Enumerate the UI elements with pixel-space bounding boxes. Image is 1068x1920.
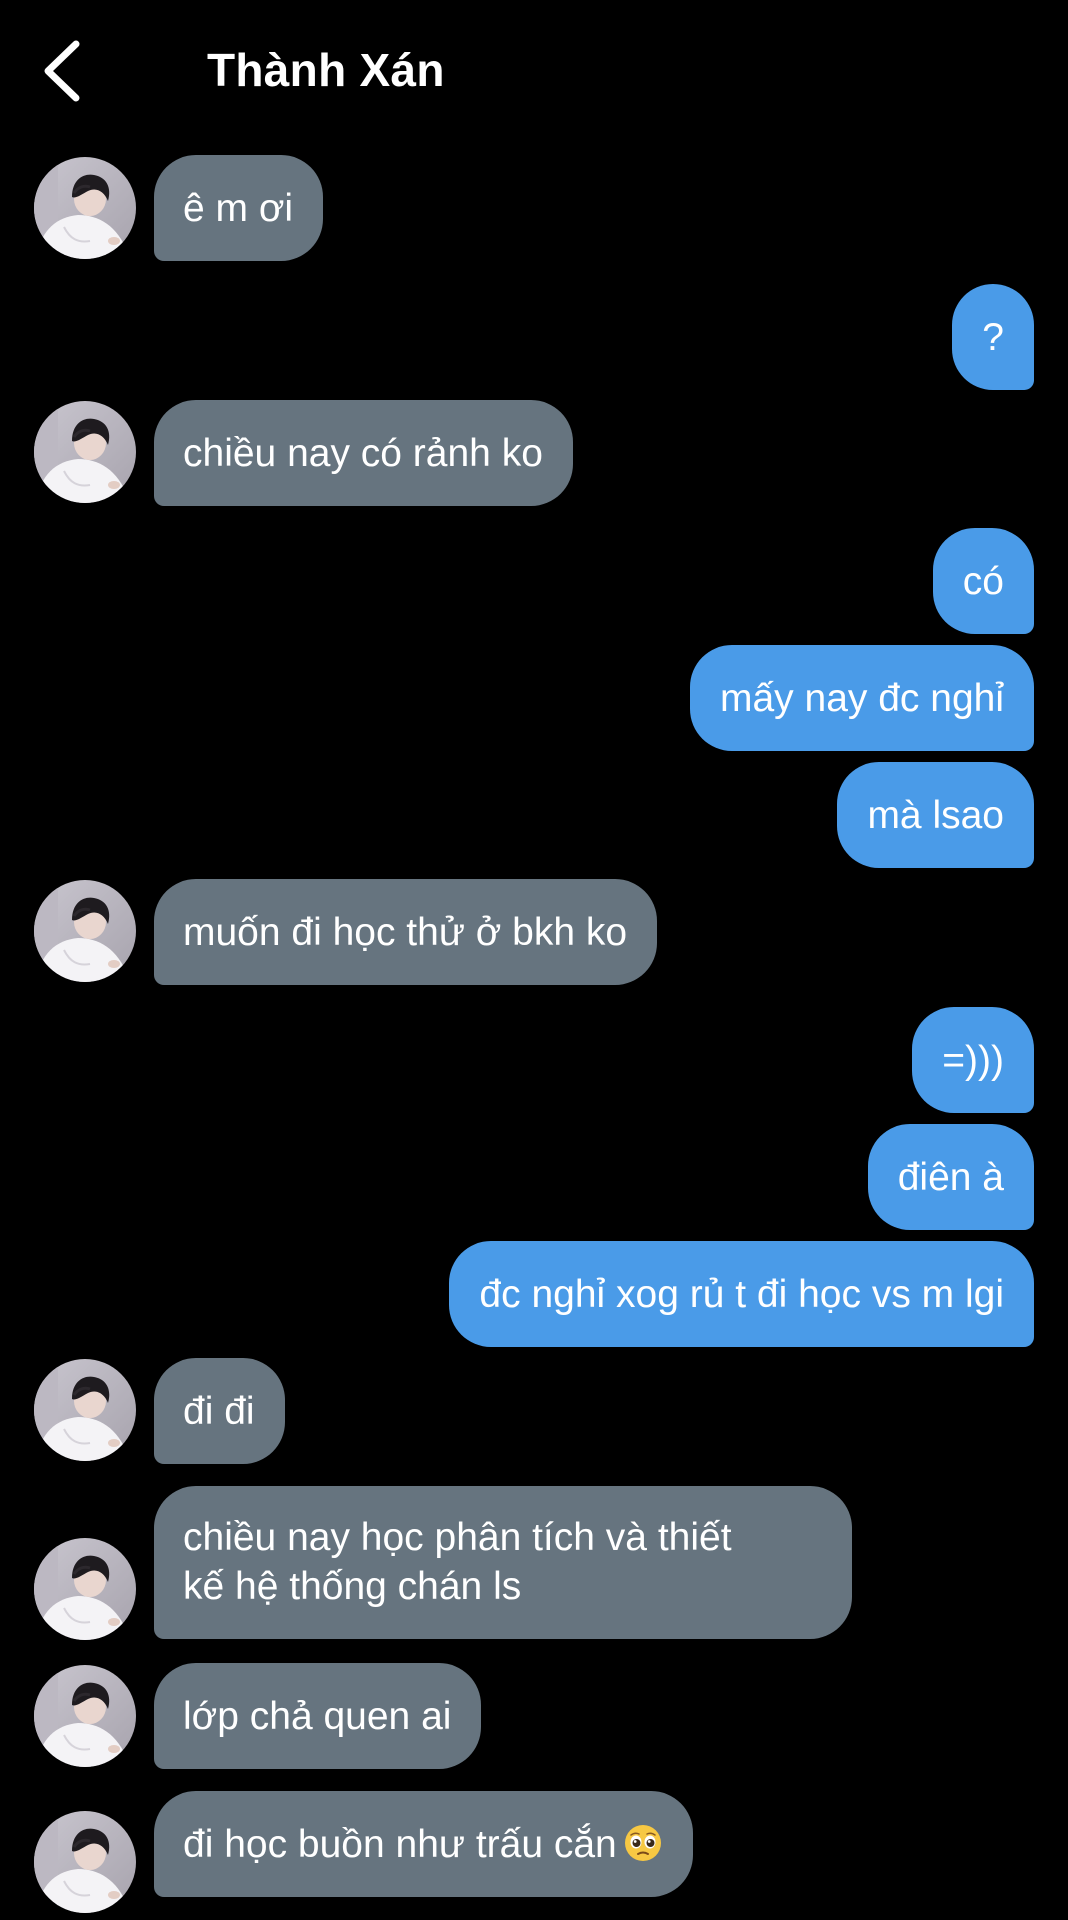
outgoing-message[interactable]: ? (952, 284, 1034, 390)
outgoing-message[interactable]: đc nghỉ xog rủ t đi học vs m lgi (449, 1241, 1034, 1347)
contact-avatar[interactable] (34, 880, 136, 982)
message-line: chiều nay học phân tích và thiết (183, 1516, 732, 1559)
outgoing-message[interactable]: có (932, 528, 1034, 634)
chevron-left-icon (44, 40, 80, 102)
contact-avatar[interactable] (34, 1665, 136, 1767)
chat-header: Thành Xán (0, 0, 1068, 140)
pleading-face-emoji (623, 1823, 663, 1863)
contact-avatar[interactable] (34, 1359, 136, 1461)
contact-avatar[interactable] (34, 401, 136, 503)
incoming-message[interactable]: đi đi (154, 1358, 285, 1464)
incoming-message[interactable]: chiều nay có rảnh ko (154, 400, 573, 506)
incoming-message[interactable]: đi học buồn như trấu cắn (154, 1791, 693, 1897)
message-text: đi học buồn như trấu cắn (183, 1823, 617, 1866)
outgoing-message[interactable]: điên à (867, 1124, 1034, 1230)
incoming-message[interactable]: ê m ơi (154, 155, 324, 261)
contact-avatar[interactable] (34, 1538, 136, 1640)
outgoing-message[interactable]: mấy nay đc nghỉ (690, 645, 1034, 751)
incoming-message[interactable]: muốn đi học thử ở bkh ko (154, 879, 658, 985)
contact-avatar[interactable] (34, 157, 136, 259)
contact-avatar[interactable] (34, 1811, 136, 1913)
incoming-message[interactable]: chiều nay học phân tích và thiết kế hệ t… (154, 1486, 852, 1639)
back-button[interactable] (38, 38, 90, 104)
contact-name[interactable]: Thành Xán (207, 42, 445, 98)
incoming-message[interactable]: lớp chả quen ai (154, 1663, 482, 1769)
outgoing-message[interactable]: mà lsao (837, 762, 1034, 868)
outgoing-message[interactable]: =))) (912, 1007, 1034, 1113)
message-line: kế hệ thống chán ls (183, 1565, 522, 1608)
